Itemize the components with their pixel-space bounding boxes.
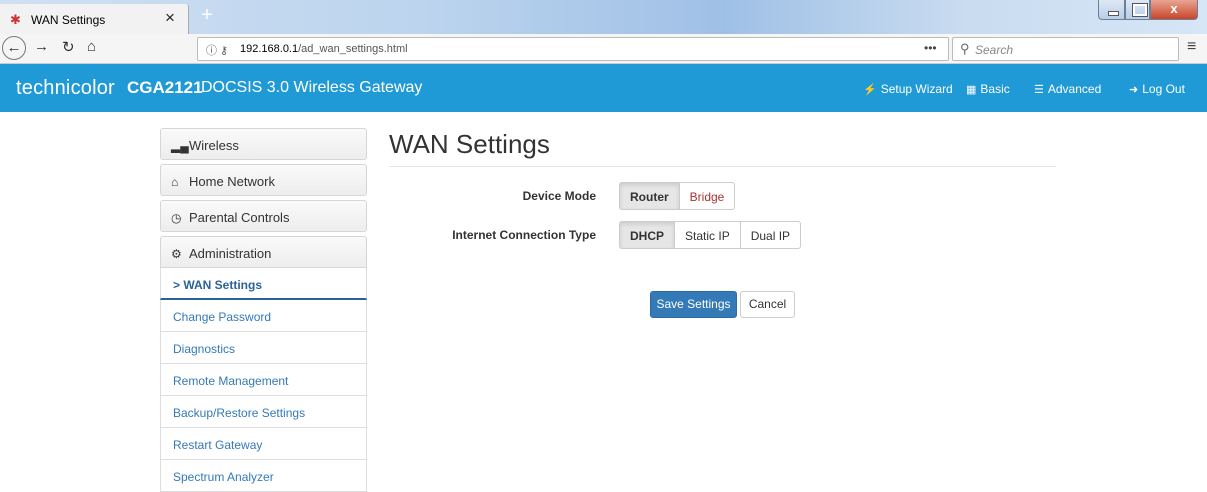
gear-icon: ⚙ xyxy=(171,247,182,261)
tab-title: WAN Settings xyxy=(31,13,106,27)
sidebar-section-parental-controls[interactable]: ◷ Parental Controls xyxy=(160,200,367,232)
window-maximize-button[interactable] xyxy=(1125,0,1150,20)
signal-icon: ▂▄ xyxy=(171,139,189,153)
model-name: CGA2121 xyxy=(127,78,203,97)
home-icon: ⌂ xyxy=(171,175,179,189)
favicon-icon: ✱ xyxy=(10,12,21,27)
sidebar-section-label: Administration xyxy=(189,246,272,261)
product-description: DOCSIS 3.0 Wireless Gateway xyxy=(201,79,423,96)
connection-type-static-ip-button[interactable]: Static IP xyxy=(674,221,741,249)
sidebar-section-home-network[interactable]: ⌂ Home Network xyxy=(160,164,367,196)
forward-arrow-icon[interactable]: → xyxy=(34,38,49,55)
hamburger-menu-icon[interactable]: ≡ xyxy=(1187,38,1196,56)
lightning-icon: ⚡ xyxy=(863,84,877,96)
url-text[interactable]: 192.168.0.1/ad_wan_settings.html xyxy=(240,43,408,55)
nav-basic-label: Basic xyxy=(980,82,1010,96)
nav-advanced[interactable]: ☰ Advanced xyxy=(1034,82,1101,96)
sidebar-item-change-password[interactable]: Change Password xyxy=(160,300,367,332)
sidebar: ▂▄Wireless ⌂ Home Network ◷ Parental Contr… xyxy=(160,128,367,492)
nav-setup-wizard-label: Setup Wizard xyxy=(880,82,953,96)
clock-icon: ◷ xyxy=(171,211,182,225)
browser-navbar: ← → ↻ ⌂ ⓘ ⚷ 192.168.0.1/ad_wan_settings.… xyxy=(0,34,1207,64)
browser-tab[interactable]: ✱ WAN Settings × xyxy=(0,4,189,34)
nav-advanced-label: Advanced xyxy=(1047,82,1102,96)
device-mode-router-button[interactable]: Router xyxy=(619,182,680,210)
sidebar-section-label: Parental Controls xyxy=(189,210,290,225)
sidebar-item-backup-restore[interactable]: Backup/Restore Settings xyxy=(160,396,367,428)
device-mode-bridge-button[interactable]: Bridge xyxy=(678,182,736,210)
reload-icon[interactable]: ↻ xyxy=(62,38,75,56)
window-close-button[interactable]: x xyxy=(1150,0,1198,20)
save-settings-button[interactable]: Save Settings xyxy=(650,291,737,318)
app-header: technicolor CGA2121 DOCSIS 3.0 Wireless … xyxy=(0,64,1207,112)
sidebar-section-label: Wireless xyxy=(189,138,239,153)
grid-icon: ▦ xyxy=(966,84,977,96)
url-path: /ad_wan_settings.html xyxy=(298,43,408,55)
sidebar-section-wireless[interactable]: ▂▄Wireless xyxy=(160,128,367,160)
nav-setup-wizard[interactable]: ⚡ Setup Wizard xyxy=(863,82,953,96)
nav-logout[interactable]: ➜ Log Out xyxy=(1129,82,1185,96)
connection-type-dhcp-button[interactable]: DHCP xyxy=(619,221,676,249)
page-actions-icon[interactable]: ••• xyxy=(924,41,937,55)
sidebar-item-diagnostics[interactable]: Diagnostics xyxy=(160,332,367,364)
search-icon: ⚲ xyxy=(960,41,970,56)
url-host: 192.168.0.1 xyxy=(240,43,299,55)
cancel-button[interactable]: Cancel xyxy=(740,291,795,318)
new-tab-button[interactable]: + xyxy=(194,4,220,28)
device-mode-label: Device Mode xyxy=(522,189,596,203)
sidebar-item-remote-management[interactable]: Remote Management xyxy=(160,364,367,396)
search-placeholder: Search xyxy=(975,43,1014,57)
device-mode-toggle: Router Bridge xyxy=(619,182,736,210)
logout-icon: ➜ xyxy=(1129,84,1139,96)
home-icon[interactable]: ⌂ xyxy=(87,38,96,55)
page-title: WAN Settings xyxy=(389,129,550,159)
sidebar-item-spectrum-analyzer[interactable]: Spectrum Analyzer xyxy=(160,460,367,492)
sidebar-section-administration[interactable]: ⚙ Administration xyxy=(160,236,367,268)
site-info-icon[interactable]: ⓘ ⚷ xyxy=(206,42,228,58)
window-minimize-button[interactable] xyxy=(1098,0,1125,20)
url-bar[interactable]: ⓘ ⚷ 192.168.0.1/ad_wan_settings.html ••• xyxy=(197,37,949,61)
nav-basic[interactable]: ▦ Basic xyxy=(966,82,1010,96)
back-arrow-icon[interactable]: ← xyxy=(2,36,26,60)
connection-type-dual-ip-button[interactable]: Dual IP xyxy=(739,221,802,249)
list-icon: ☰ xyxy=(1034,84,1044,96)
sidebar-item-wan-settings[interactable]: > WAN Settings xyxy=(160,268,367,300)
connection-type-toggle: DHCP Static IP Dual IP xyxy=(619,221,802,249)
sidebar-item-restart-gateway[interactable]: Restart Gateway xyxy=(160,428,367,460)
nav-logout-label: Log Out xyxy=(1142,82,1185,96)
tab-close-icon[interactable]: × xyxy=(165,8,175,28)
browser-tabstrip: ✱ WAN Settings × + x xyxy=(0,0,1207,34)
connection-type-label: Internet Connection Type xyxy=(452,228,596,242)
title-divider xyxy=(389,166,1056,167)
search-bar[interactable]: ⚲ Search xyxy=(952,37,1179,61)
sidebar-section-label: Home Network xyxy=(189,174,275,189)
brand-logo[interactable]: technicolor xyxy=(16,77,115,100)
